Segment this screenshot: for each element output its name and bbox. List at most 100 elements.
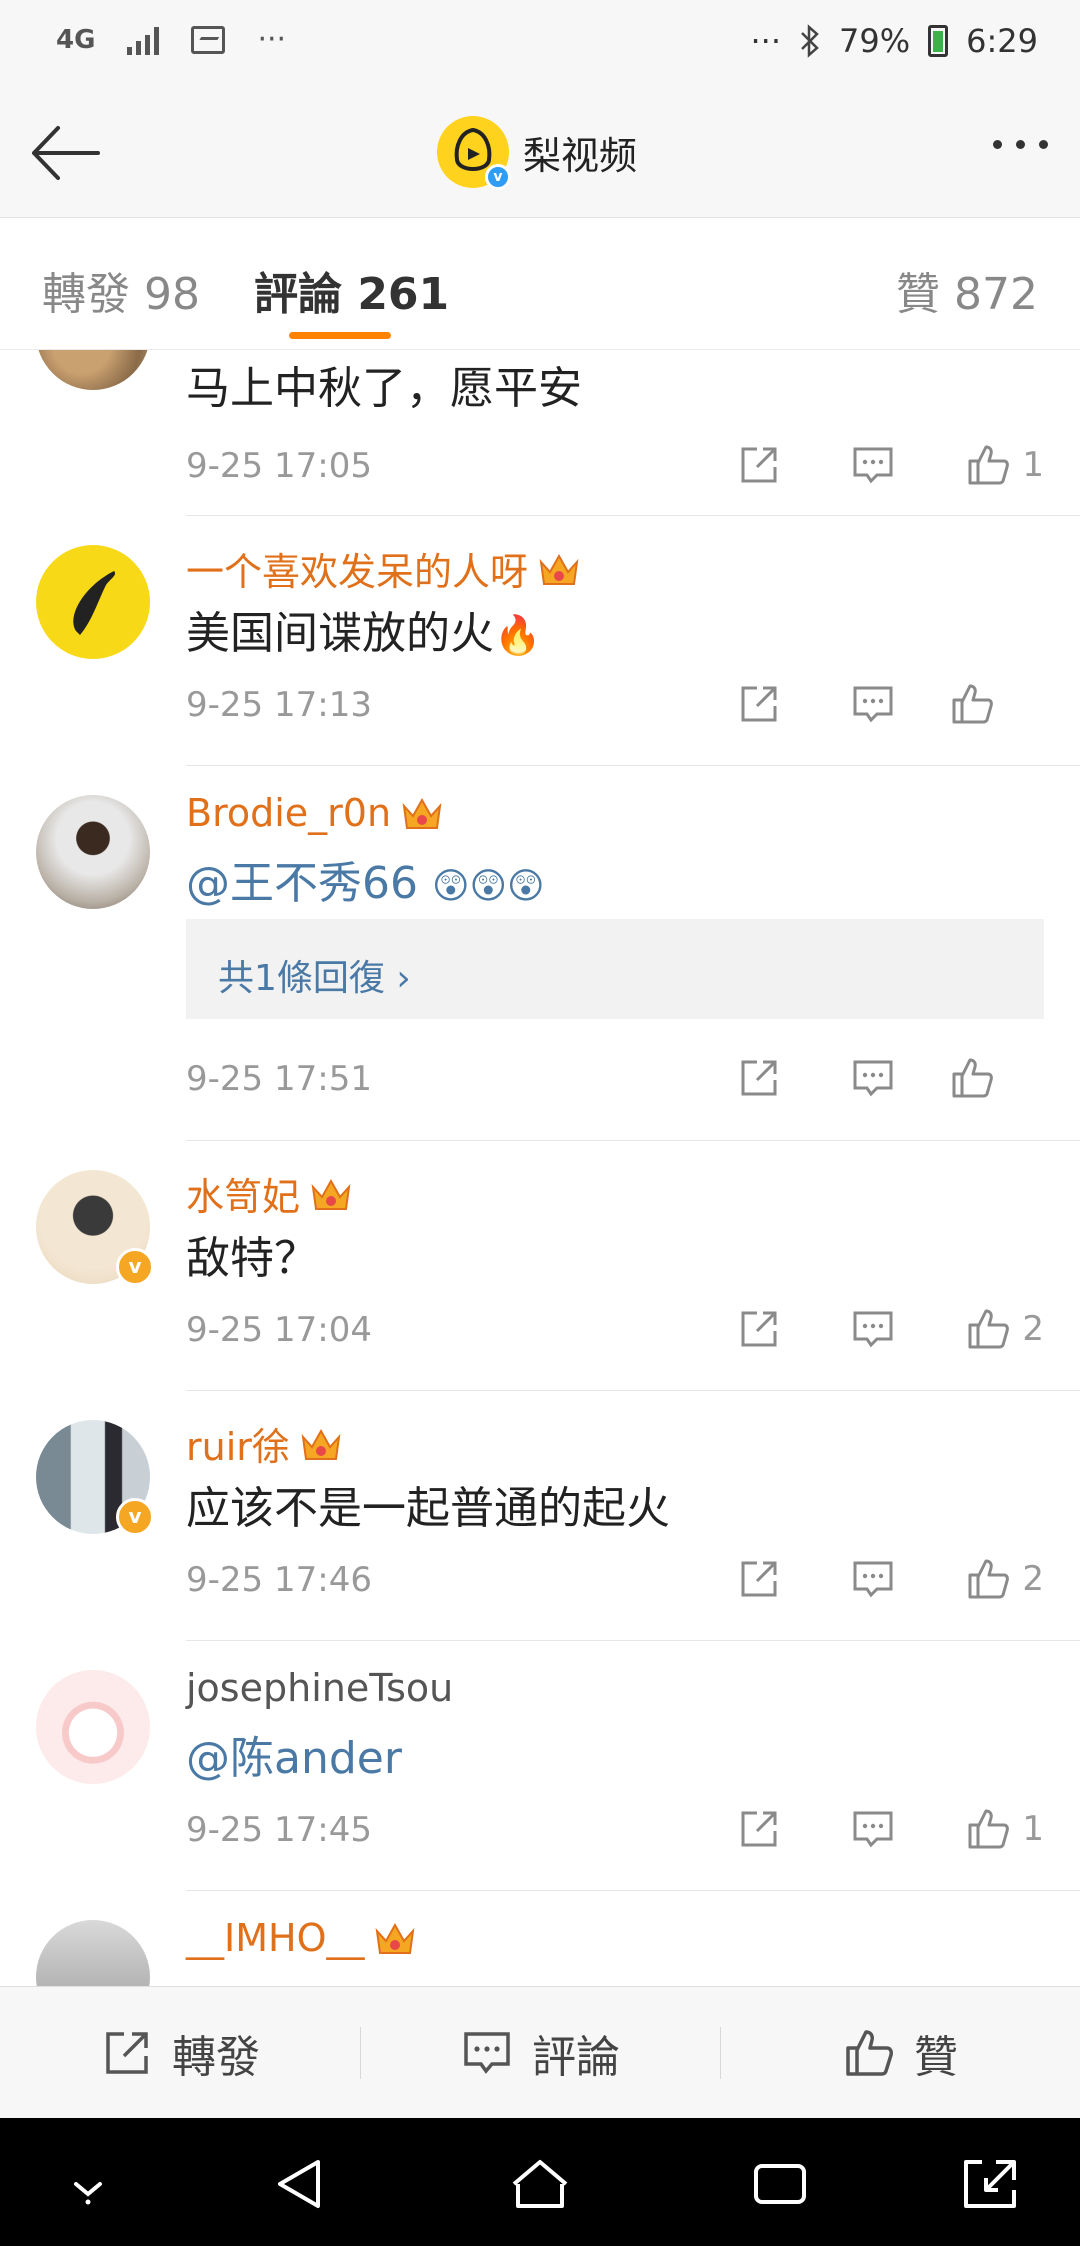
user-avatar[interactable]: v	[36, 1170, 154, 1286]
comment-time: 9-25 17:51	[186, 1059, 372, 1099]
system-navigation-bar	[0, 2118, 1080, 2246]
tab-bar: 轉發 98 評論 261 贊 872	[0, 218, 1080, 350]
active-tab-indicator	[289, 332, 391, 339]
vip-crown-icon	[311, 1178, 351, 1210]
comment-icon[interactable]	[816, 440, 930, 490]
more-dots-icon[interactable]	[993, 140, 1048, 149]
comment-item: v ruir徐 应该不是一起普通的起火 9-25 17:46 2	[0, 1390, 1080, 1641]
user-avatar[interactable]	[36, 1920, 150, 1986]
tab-likes[interactable]: 贊 872	[896, 258, 1038, 322]
comment-list[interactable]: 马上中秋了，愿平安 9-25 17:05 1 一个喜欢发呆的人呀 美国间谍放的火…	[0, 350, 1080, 1986]
user-avatar[interactable]	[36, 350, 150, 390]
chevron-right-icon: ›	[396, 958, 411, 999]
battery-percent: 79%	[839, 22, 911, 60]
thumbs-up-icon	[846, 2029, 893, 2076]
shocked-emoji-icon: 😲😲😲	[432, 866, 545, 907]
like-count: 2	[1022, 1559, 1044, 1599]
pear-video-logo-icon: v	[437, 116, 511, 190]
user-avatar[interactable]: v	[36, 1420, 154, 1536]
verified-badge-icon: v	[116, 1498, 154, 1536]
vip-crown-icon	[301, 1428, 341, 1460]
comment-time: 9-25 17:46	[186, 1560, 372, 1600]
comment-icon[interactable]	[816, 1804, 930, 1854]
username[interactable]: ruir徐	[186, 1416, 342, 1471]
page-title: 梨视频	[523, 133, 638, 178]
signal-icon	[127, 25, 160, 55]
image-notification-icon	[191, 25, 226, 54]
comment-icon[interactable]	[816, 679, 930, 729]
comment-icon	[464, 2031, 510, 2074]
recent-apps-icon[interactable]	[748, 2154, 812, 2214]
reply-summary-button[interactable]: 共1條回復 ›	[186, 919, 1044, 1019]
tab-reposts[interactable]: 轉發 98	[42, 258, 200, 322]
verified-badge-icon: v	[116, 1248, 154, 1286]
comment-text: 应该不是一起普通的起火	[186, 1483, 670, 1534]
back-arrow-icon[interactable]	[28, 118, 104, 188]
comment-text[interactable]: @陈ander	[186, 1722, 402, 1786]
back-triangle-icon[interactable]	[268, 2154, 332, 2214]
expand-screen-icon[interactable]	[958, 2154, 1022, 2214]
username[interactable]: josephineTsou	[186, 1666, 453, 1710]
home-icon[interactable]	[508, 2154, 572, 2214]
comment-text: 美国间谍放的火🔥	[186, 608, 542, 659]
comment-item: __IMHO__	[0, 1890, 1080, 1986]
comment-item: v 水笥妃 敌特？ 9-25 17:04 2	[0, 1140, 1080, 1391]
comment-icon[interactable]	[816, 1554, 930, 1604]
account-title[interactable]: v 梨视频	[437, 116, 638, 190]
user-avatar[interactable]	[36, 795, 150, 909]
repost-icon	[106, 2031, 148, 2074]
like-label: 贊	[914, 2031, 958, 2083]
like-button[interactable]: 贊	[720, 1987, 1080, 2118]
bluetooth-icon	[801, 24, 819, 58]
comment-actions	[702, 1053, 1044, 1103]
like-button[interactable]	[930, 679, 1044, 729]
top-navigation-bar: v 梨视频	[0, 88, 1080, 218]
comment-text: 敌特？	[186, 1233, 318, 1284]
comment-actions: 1	[702, 1804, 1044, 1854]
battery-icon	[928, 25, 949, 57]
clock: 6:29	[966, 22, 1038, 60]
more-notifications-icon: ···	[257, 22, 287, 57]
comment-icon[interactable]	[816, 1053, 930, 1103]
username[interactable]: __IMHO__	[186, 1916, 416, 1960]
like-button[interactable]: 2	[930, 1304, 1044, 1354]
repost-label: 轉發	[172, 2031, 260, 2083]
vip-crown-icon	[539, 553, 579, 585]
like-button[interactable]: 1	[930, 440, 1044, 490]
user-avatar[interactable]	[36, 545, 150, 659]
username[interactable]: Brodie_r0n	[186, 791, 443, 835]
repost-icon[interactable]	[702, 1304, 816, 1354]
like-count: 2	[1022, 1309, 1044, 1349]
like-button[interactable]: 2	[930, 1554, 1044, 1604]
vip-crown-icon	[402, 797, 442, 829]
user-avatar[interactable]	[36, 1670, 150, 1784]
comment-icon[interactable]	[816, 1304, 930, 1354]
comment-time: 9-25 17:04	[186, 1310, 372, 1350]
comment-actions: 2	[702, 1554, 1044, 1604]
username[interactable]: 一个喜欢发呆的人呀	[186, 541, 580, 596]
username[interactable]: 水笥妃	[186, 1166, 352, 1221]
status-bar: 4G ··· ··· 79% 6:29	[0, 0, 1080, 88]
repost-icon[interactable]	[702, 1804, 816, 1854]
comment-item: Brodie_r0n @王不秀66 😲😲😲 共1條回復 › 9-25 17:51	[0, 765, 1080, 1141]
chevron-down-icon[interactable]	[56, 2154, 120, 2214]
repost-button[interactable]: 轉發	[0, 1987, 360, 2118]
fire-emoji-icon: 🔥	[494, 613, 542, 657]
like-button[interactable]: 1	[930, 1804, 1044, 1854]
like-count: 1	[1022, 1809, 1044, 1849]
like-button[interactable]	[930, 1053, 1044, 1103]
repost-icon[interactable]	[702, 1554, 816, 1604]
comment-actions	[702, 679, 1044, 729]
repost-icon[interactable]	[702, 679, 816, 729]
comment-actions: 2	[702, 1304, 1044, 1354]
comment-time: 9-25 17:05	[186, 446, 372, 486]
comment-text[interactable]: @王不秀66 😲😲😲	[186, 847, 545, 911]
repost-icon[interactable]	[702, 1053, 816, 1103]
repost-icon[interactable]	[702, 440, 816, 490]
comment-button[interactable]: 評論	[360, 1987, 720, 2118]
comment-time: 9-25 17:13	[186, 685, 372, 725]
tab-comments[interactable]: 評論 261	[254, 258, 449, 322]
comment-item: 一个喜欢发呆的人呀 美国间谍放的火🔥 9-25 17:13	[0, 515, 1080, 766]
comment-text: 马上中秋了，愿平安	[186, 363, 582, 414]
comment-item: josephineTsou @陈ander 9-25 17:45 1	[0, 1640, 1080, 1891]
